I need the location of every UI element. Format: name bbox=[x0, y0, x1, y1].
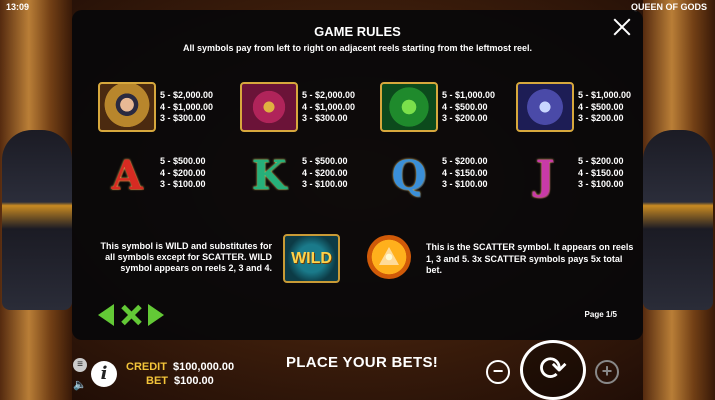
scatter-triangle-icon bbox=[379, 247, 399, 265]
game-title: QUEEN OF GODS bbox=[630, 2, 707, 12]
letter-q-symbol: Q bbox=[391, 152, 427, 199]
scatter-symbol-icon bbox=[367, 235, 411, 279]
bet-display: BET $100.00 bbox=[146, 375, 214, 387]
spin-icon[interactable]: ⟳ bbox=[520, 340, 586, 400]
menu-icon[interactable]: ≡ bbox=[73, 358, 87, 372]
page-navigation bbox=[98, 304, 164, 326]
close-rules-x-icon[interactable] bbox=[120, 304, 142, 326]
wild-symbol-icon: WILD bbox=[283, 234, 340, 283]
horus-paytable: 5 - $2,000.00 4 - $1,000.00 3 - $300.00 bbox=[302, 90, 356, 123]
anubis-statue-right bbox=[643, 130, 713, 310]
bet-label: BET bbox=[146, 375, 168, 387]
letter-a-paytable: 5 - $500.00 4 - $200.00 3 - $100.00 bbox=[160, 156, 206, 189]
bet-value: $100.00 bbox=[174, 375, 214, 387]
credit-value: $100,000.00 bbox=[172, 361, 235, 373]
game-rules-dialog: GAME RULES All symbols pay from left to … bbox=[72, 10, 643, 340]
clock: 13:09 bbox=[6, 2, 30, 12]
wild-label: WILD bbox=[291, 250, 332, 267]
queen-paytable: 5 - $2,000.00 4 - $1,000.00 3 - $300.00 bbox=[160, 90, 214, 123]
letter-j-paytable: 5 - $200.00 4 - $150.00 3 - $100.00 bbox=[578, 156, 624, 189]
prev-page-arrow-icon[interactable] bbox=[98, 304, 114, 326]
letter-a-symbol: A bbox=[111, 152, 143, 199]
dialog-title: GAME RULES bbox=[314, 24, 401, 39]
horus-symbol-icon bbox=[240, 82, 298, 132]
scatter-description: This is the SCATTER symbol. It appears o… bbox=[426, 242, 634, 275]
queen-symbol-icon bbox=[98, 82, 156, 132]
credit-label: CREDIT bbox=[126, 361, 167, 373]
status-message: PLACE YOUR BETS! bbox=[286, 354, 439, 371]
anubis-paytable: 5 - $1,000.00 4 - $500.00 3 - $200.00 bbox=[578, 90, 632, 123]
snake-symbol-icon bbox=[380, 82, 438, 132]
letter-k-symbol: K bbox=[251, 152, 287, 199]
dialog-subtitle: All symbols pay from left to right on ad… bbox=[182, 43, 533, 53]
letter-j-symbol: J bbox=[535, 152, 555, 199]
plus-icon[interactable]: + bbox=[595, 360, 619, 384]
wild-description: This symbol is WILD and substitutes for … bbox=[100, 241, 272, 273]
anubis-symbol-icon bbox=[516, 82, 574, 132]
snake-paytable: 5 - $1,000.00 4 - $500.00 3 - $200.00 bbox=[442, 90, 496, 123]
letter-q-paytable: 5 - $200.00 4 - $150.00 3 - $100.00 bbox=[442, 156, 488, 189]
page-indicator: Page 1/5 bbox=[584, 310, 617, 319]
minus-icon[interactable]: − bbox=[486, 360, 510, 384]
credit-display: CREDIT $100,000.00 bbox=[126, 361, 234, 373]
info-icon[interactable]: i bbox=[91, 361, 117, 387]
sound-icon[interactable]: 🔈 bbox=[73, 378, 87, 392]
next-page-arrow-icon[interactable] bbox=[148, 304, 164, 326]
letter-k-paytable: 5 - $500.00 4 - $200.00 3 - $100.00 bbox=[302, 156, 348, 189]
anubis-statue-left bbox=[2, 130, 72, 310]
